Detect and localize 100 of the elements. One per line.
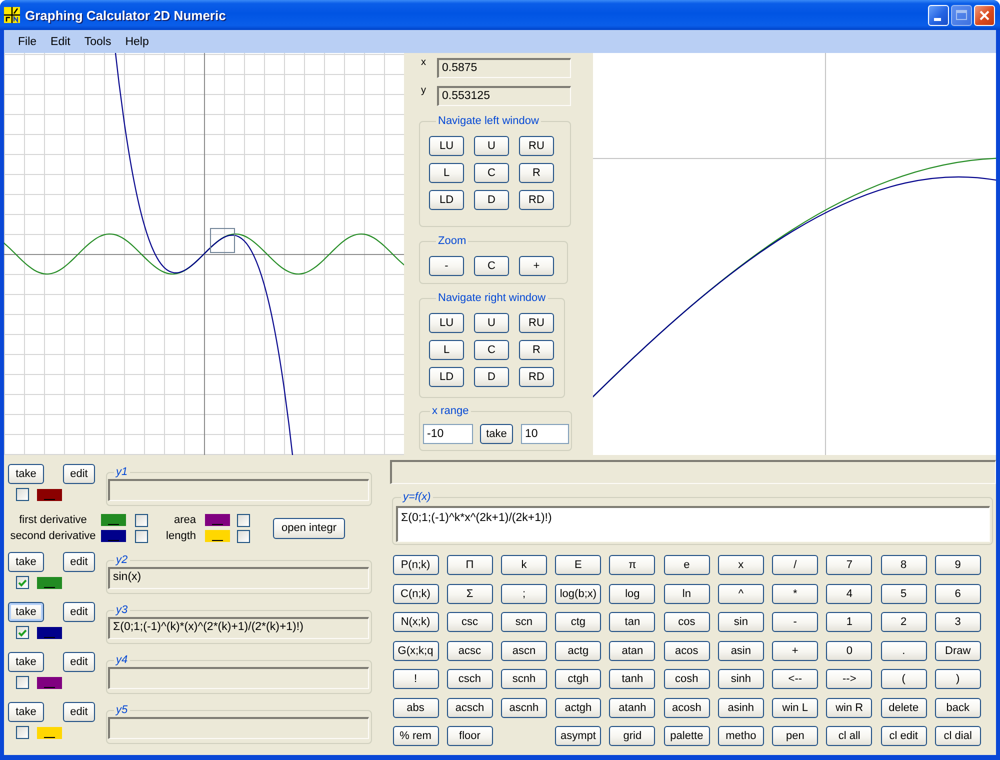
keypad-button[interactable]: Σ [446,584,493,604]
keypad-button[interactable]: scn [500,612,547,632]
keypad-button[interactable]: cl edit [880,726,927,746]
color-swatch[interactable] [37,676,62,688]
keypad-button[interactable]: E [555,555,602,575]
keypad-button[interactable]: ( [880,669,927,689]
keypad-button[interactable]: 7 [826,555,872,575]
take-button[interactable]: take [8,602,44,622]
keypad-button[interactable]: π [609,555,656,575]
coordinate-field[interactable]: 0.553125 [437,86,571,106]
keypad-button[interactable]: ascnh [500,698,547,718]
keypad-button[interactable]: x [718,555,764,575]
color-swatch[interactable] [205,530,230,542]
keypad-button[interactable]: ctgh [555,669,602,689]
keypad-button[interactable]: sinh [718,669,764,689]
color-swatch[interactable] [37,576,62,588]
output-field[interactable] [390,460,996,484]
keypad-button[interactable]: actg [555,640,602,660]
nav-button[interactable]: D [474,190,509,210]
nav-button[interactable]: U [474,313,509,333]
keypad-button[interactable]: - [772,612,818,632]
keypad-button[interactable]: csch [446,669,493,689]
keypad-button[interactable]: cl dial [934,726,981,746]
nav-button[interactable]: RD [519,190,554,210]
nav-button[interactable]: D [474,367,509,387]
keypad-button[interactable]: acsc [446,640,493,660]
edit-button[interactable]: edit [63,464,95,484]
keypad-button[interactable]: grid [609,726,656,746]
keypad-button[interactable]: cosh [664,669,710,689]
close-button[interactable] [974,4,995,26]
checkbox[interactable] [237,514,250,526]
range-field[interactable]: -10 [423,424,473,444]
edit-button[interactable]: edit [63,652,95,672]
checkbox[interactable] [16,626,29,639]
minimize-button[interactable] [928,4,949,26]
color-swatch[interactable] [37,726,62,738]
keypad-button[interactable]: win L [772,698,818,718]
keypad-button[interactable]: 5 [880,584,927,604]
keypad-button[interactable]: actgh [555,698,602,718]
checkbox[interactable] [135,514,148,526]
keypad-button[interactable]: Π [446,555,493,575]
keypad-button[interactable]: Draw [934,640,981,660]
open-integral-button[interactable]: open integr [273,518,345,538]
checkbox[interactable] [16,726,29,739]
nav-button[interactable]: LD [429,367,464,387]
function-field[interactable] [108,479,369,501]
keypad-button[interactable]: acosh [664,698,710,718]
nav-button[interactable]: LU [429,136,464,156]
keypad-button[interactable]: win R [826,698,872,718]
checkbox[interactable] [16,576,29,589]
take-button[interactable]: take [8,464,44,484]
menu-item[interactable]: File [11,36,44,48]
nav-button[interactable]: C [474,340,509,360]
color-swatch[interactable] [37,626,62,638]
keypad-button[interactable]: atan [609,640,656,660]
keypad-button[interactable]: pen [772,726,818,746]
keypad-button[interactable]: 9 [934,555,981,575]
keypad-button[interactable]: ! [392,669,438,689]
keypad-button[interactable]: 1 [826,612,872,632]
keypad-button[interactable]: 4 [826,584,872,604]
keypad-button[interactable]: cos [664,612,710,632]
keypad-button[interactable]: ) [934,669,981,689]
keypad-button[interactable]: sin [718,612,764,632]
keypad-button[interactable]: acsch [446,698,493,718]
nav-button[interactable]: R [519,340,554,360]
keypad-button[interactable]: 0 [826,640,872,660]
keypad-button[interactable]: C(n;k) [392,584,438,604]
nav-button[interactable]: RU [519,313,554,333]
keypad-button[interactable]: scnh [500,669,547,689]
function-field[interactable]: sin(x) [108,567,369,589]
keypad-button[interactable]: 2 [880,612,927,632]
nav-button[interactable]: C [474,163,509,183]
color-swatch[interactable] [101,514,126,526]
keypad-button[interactable]: 6 [934,584,981,604]
keypad-button[interactable]: log [609,584,656,604]
take-button[interactable]: take [8,552,44,572]
function-field[interactable] [108,717,369,739]
keypad-button[interactable]: asympt [555,726,602,746]
nav-button[interactable]: L [429,163,464,183]
keypad-button[interactable]: ctg [555,612,602,632]
keypad-button[interactable]: acos [664,640,710,660]
keypad-button[interactable]: log(b;x) [555,584,602,604]
keypad-button[interactable]: tanh [609,669,656,689]
keypad-button[interactable]: --> [826,669,872,689]
nav-button[interactable]: LD [429,190,464,210]
keypad-button[interactable]: asin [718,640,764,660]
formula-field[interactable]: Σ(0;1;(-1)^k*x^(2k+1)/(2k+1)!) [396,506,990,542]
keypad-button[interactable]: / [772,555,818,575]
edit-button[interactable]: edit [63,552,95,572]
keypad-button[interactable]: csc [446,612,493,632]
edit-button[interactable]: edit [63,602,95,622]
menu-item[interactable]: Tools [77,36,118,48]
keypad-button[interactable]: <-- [772,669,818,689]
take-button[interactable]: take [8,652,44,672]
nav-button[interactable]: L [429,340,464,360]
keypad-button[interactable]: % rem [392,726,438,746]
keypad-button[interactable]: tan [609,612,656,632]
keypad-button[interactable]: cl all [826,726,872,746]
zoom-button[interactable]: C [474,256,509,276]
nav-button[interactable]: RD [519,367,554,387]
